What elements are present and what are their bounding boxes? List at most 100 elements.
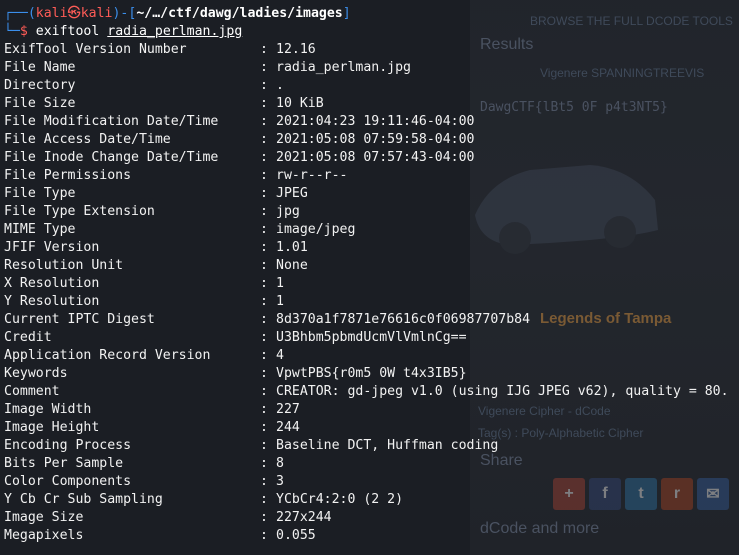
exif-tag-name: Image Height (4, 420, 100, 435)
exif-tag-value: 12.16 (276, 42, 316, 57)
exif-tag-value: Baseline DCT, Huffman coding (276, 438, 499, 453)
exif-separator: : (260, 348, 268, 363)
exif-tag-name: File Permissions (4, 168, 132, 183)
exif-row: ExifTool Version Number:12.16 (4, 41, 729, 59)
exif-row: File Type Extension: jpg (4, 203, 729, 221)
exif-row: Megapixels:0.055 (4, 527, 729, 545)
exif-row: File Permissions: rw-r--r-- (4, 167, 729, 185)
exif-separator: : (260, 456, 268, 471)
exif-row: MIME Type: image/jpeg (4, 221, 729, 239)
exif-row: File Inode Change Date/Time:2021:05:08 0… (4, 149, 729, 167)
exif-tag-name: Color Components (4, 474, 132, 489)
exif-tag-name: JFIF Version (4, 240, 100, 255)
exif-tag-value: . (276, 78, 284, 93)
exif-separator: : (260, 150, 268, 165)
exif-separator: : (260, 42, 268, 57)
exif-separator: : (260, 384, 268, 399)
exif-tag-value: radia_perlman.jpg (276, 60, 411, 75)
exif-separator: : (260, 222, 268, 237)
exif-tag-value: 2021:05:08 07:59:58-04:00 (276, 132, 475, 147)
exif-separator: : (260, 438, 268, 453)
exif-tag-name: Image Width (4, 402, 92, 417)
exif-row: Comment: CREATOR: gd-jpeg v1.0 (using IJG… (4, 383, 729, 401)
exif-tag-value: 8d370a1f7871e76616c0f06987707b84 (276, 312, 531, 327)
exif-separator: : (260, 312, 268, 327)
exif-tag-name: Megapixels (4, 528, 84, 543)
exif-row: File Modification Date/Time:2021:04:23 1… (4, 113, 729, 131)
exif-separator: : (260, 366, 268, 381)
exif-tag-name: File Inode Change Date/Time (4, 150, 219, 165)
exif-tag-name: File Type (4, 186, 76, 201)
exif-tag-value: 244 (276, 420, 300, 435)
exif-row: File Name: radia_perlman.jpg (4, 59, 729, 77)
exif-row: Y Resolution:1 (4, 293, 729, 311)
exif-tag-value: CREATOR: gd-jpeg v1.0 (using IJG JPEG v6… (276, 384, 729, 399)
exif-tag-value: 1.01 (276, 240, 308, 255)
exif-separator: : (260, 294, 268, 309)
exif-separator: : (260, 114, 268, 129)
exif-separator: : (260, 528, 268, 543)
prompt-user: kali (35, 6, 68, 21)
exif-tag-name: Current IPTC Digest (4, 312, 155, 327)
exif-tag-name: Bits Per Sample (4, 456, 124, 471)
exif-tag-name: File Name (4, 60, 76, 75)
command-name: exiftool (35, 24, 100, 39)
exif-tag-value: 227x244 (276, 510, 332, 525)
exif-tag-name: Y Resolution (4, 294, 100, 309)
exif-row: Image Height:244 (4, 419, 729, 437)
exif-tag-value: 227 (276, 402, 300, 417)
prompt-at-symbol: ㉿ (67, 6, 81, 21)
exif-separator: : (260, 474, 268, 489)
exif-separator: : (260, 258, 268, 273)
exif-row: Current IPTC Digest:8d370a1f7871e76616c0… (4, 311, 729, 329)
exif-row: File Type: JPEG (4, 185, 729, 203)
exif-separator: : (260, 60, 268, 75)
exif-tag-value: 1 (276, 294, 284, 309)
command-argument: radia_perlman.jpg (107, 24, 243, 39)
prompt-command-line: └─$ exiftool radia_perlman.jpg (4, 24, 243, 39)
exif-tag-name: File Size (4, 96, 76, 111)
exif-row: Credit: U3Bhbm5pbmdUcmVlVmlnCg== (4, 329, 729, 347)
exif-row: Color Components:3 (4, 473, 729, 491)
exif-separator: : (260, 168, 268, 183)
exif-tag-value: 1 (276, 276, 284, 291)
exif-tag-name: Directory (4, 78, 76, 93)
exif-row: Encoding Process: Baseline DCT, Huffman c… (4, 437, 729, 455)
exif-tag-name: MIME Type (4, 222, 76, 237)
exif-tag-name: File Type Extension (4, 204, 155, 219)
prompt-header: ┌──(kali㉿kali)-[~/…/ctf/dawg/ladies/imag… (4, 6, 351, 21)
exif-separator: : (260, 240, 268, 255)
exif-tag-value: YCbCr4:2:0 (2 2) (276, 492, 404, 507)
exif-separator: : (260, 510, 268, 525)
exif-tag-name: Application Record Version (4, 348, 211, 363)
exif-tag-name: Y Cb Cr Sub Sampling (4, 492, 163, 507)
exif-separator: : (260, 420, 268, 435)
exif-separator: : (260, 330, 268, 345)
exif-tag-value: U3Bhbm5pbmdUcmVlVmlnCg== (276, 330, 467, 345)
terminal-window[interactable]: ┌──(kali㉿kali)-[~/…/ctf/dawg/ladies/imag… (0, 0, 739, 555)
exif-row: File Size:10 KiB (4, 95, 729, 113)
exif-tag-name: Image Size (4, 510, 84, 525)
exif-separator: : (260, 402, 268, 417)
exif-tag-name: X Resolution (4, 276, 100, 291)
exif-tag-value: JPEG (276, 186, 308, 201)
exif-tag-name: Encoding Process (4, 438, 132, 453)
exif-tag-value: 10 KiB (276, 96, 324, 111)
exif-row: Image Width:227 (4, 401, 729, 419)
exif-tag-value: 8 (276, 456, 284, 471)
exif-row: Bits Per Sample:8 (4, 455, 729, 473)
exif-tag-value: None (276, 258, 308, 273)
exif-row: Keywords: VpwtPBS{r0m5 0W t4x3IB5} (4, 365, 729, 383)
exif-output: ExifTool Version Number:12.16 File Name: r… (4, 41, 729, 545)
exif-tag-value: jpg (276, 204, 300, 219)
exif-row: File Access Date/Time:2021:05:08 07:59:5… (4, 131, 729, 149)
exif-tag-name: File Modification Date/Time (4, 114, 219, 129)
exif-tag-value: 0.055 (276, 528, 316, 543)
exif-row: JFIF Version:1.01 (4, 239, 729, 257)
exif-tag-value: 4 (276, 348, 284, 363)
exif-tag-name: Comment (4, 384, 60, 399)
exif-tag-name: Keywords (4, 366, 68, 381)
exif-row: Image Size:227x244 (4, 509, 729, 527)
exif-separator: : (260, 186, 268, 201)
prompt-path: ~/…/ctf/dawg/ladies/images (136, 6, 343, 21)
